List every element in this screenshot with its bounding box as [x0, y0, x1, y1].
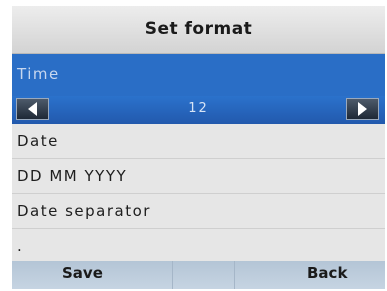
- next-value-button[interactable]: [346, 98, 379, 120]
- softkey-divider: [234, 261, 235, 289]
- list-item-date[interactable]: Date: [12, 124, 385, 159]
- list-item-label: Date: [17, 132, 59, 150]
- list-item-date-format[interactable]: DD MM YYYY: [12, 159, 385, 194]
- list-item-label: .: [17, 237, 24, 255]
- softkey-bar: Save Back: [12, 261, 385, 289]
- value-selector[interactable]: 12: [12, 96, 385, 124]
- selected-setting-time[interactable]: Time 12: [12, 54, 385, 124]
- back-softkey[interactable]: Back: [307, 264, 347, 282]
- phone-screen: Set format Time 12 Date DD MM YYYY Date …: [12, 6, 385, 289]
- softkey-divider: [172, 261, 173, 289]
- setting-label-time: Time: [17, 65, 60, 83]
- selected-value: 12: [188, 101, 209, 116]
- save-softkey[interactable]: Save: [62, 264, 103, 282]
- list-item-date-separator[interactable]: Date separator: [12, 194, 385, 229]
- list-item-separator-value[interactable]: .: [12, 229, 385, 264]
- page-title: Set format: [144, 18, 253, 39]
- list-item-label: Date separator: [17, 202, 151, 220]
- list-item-label: DD MM YYYY: [17, 167, 128, 185]
- title-bar: Set format: [12, 6, 385, 54]
- arrow-right-icon: [358, 102, 367, 116]
